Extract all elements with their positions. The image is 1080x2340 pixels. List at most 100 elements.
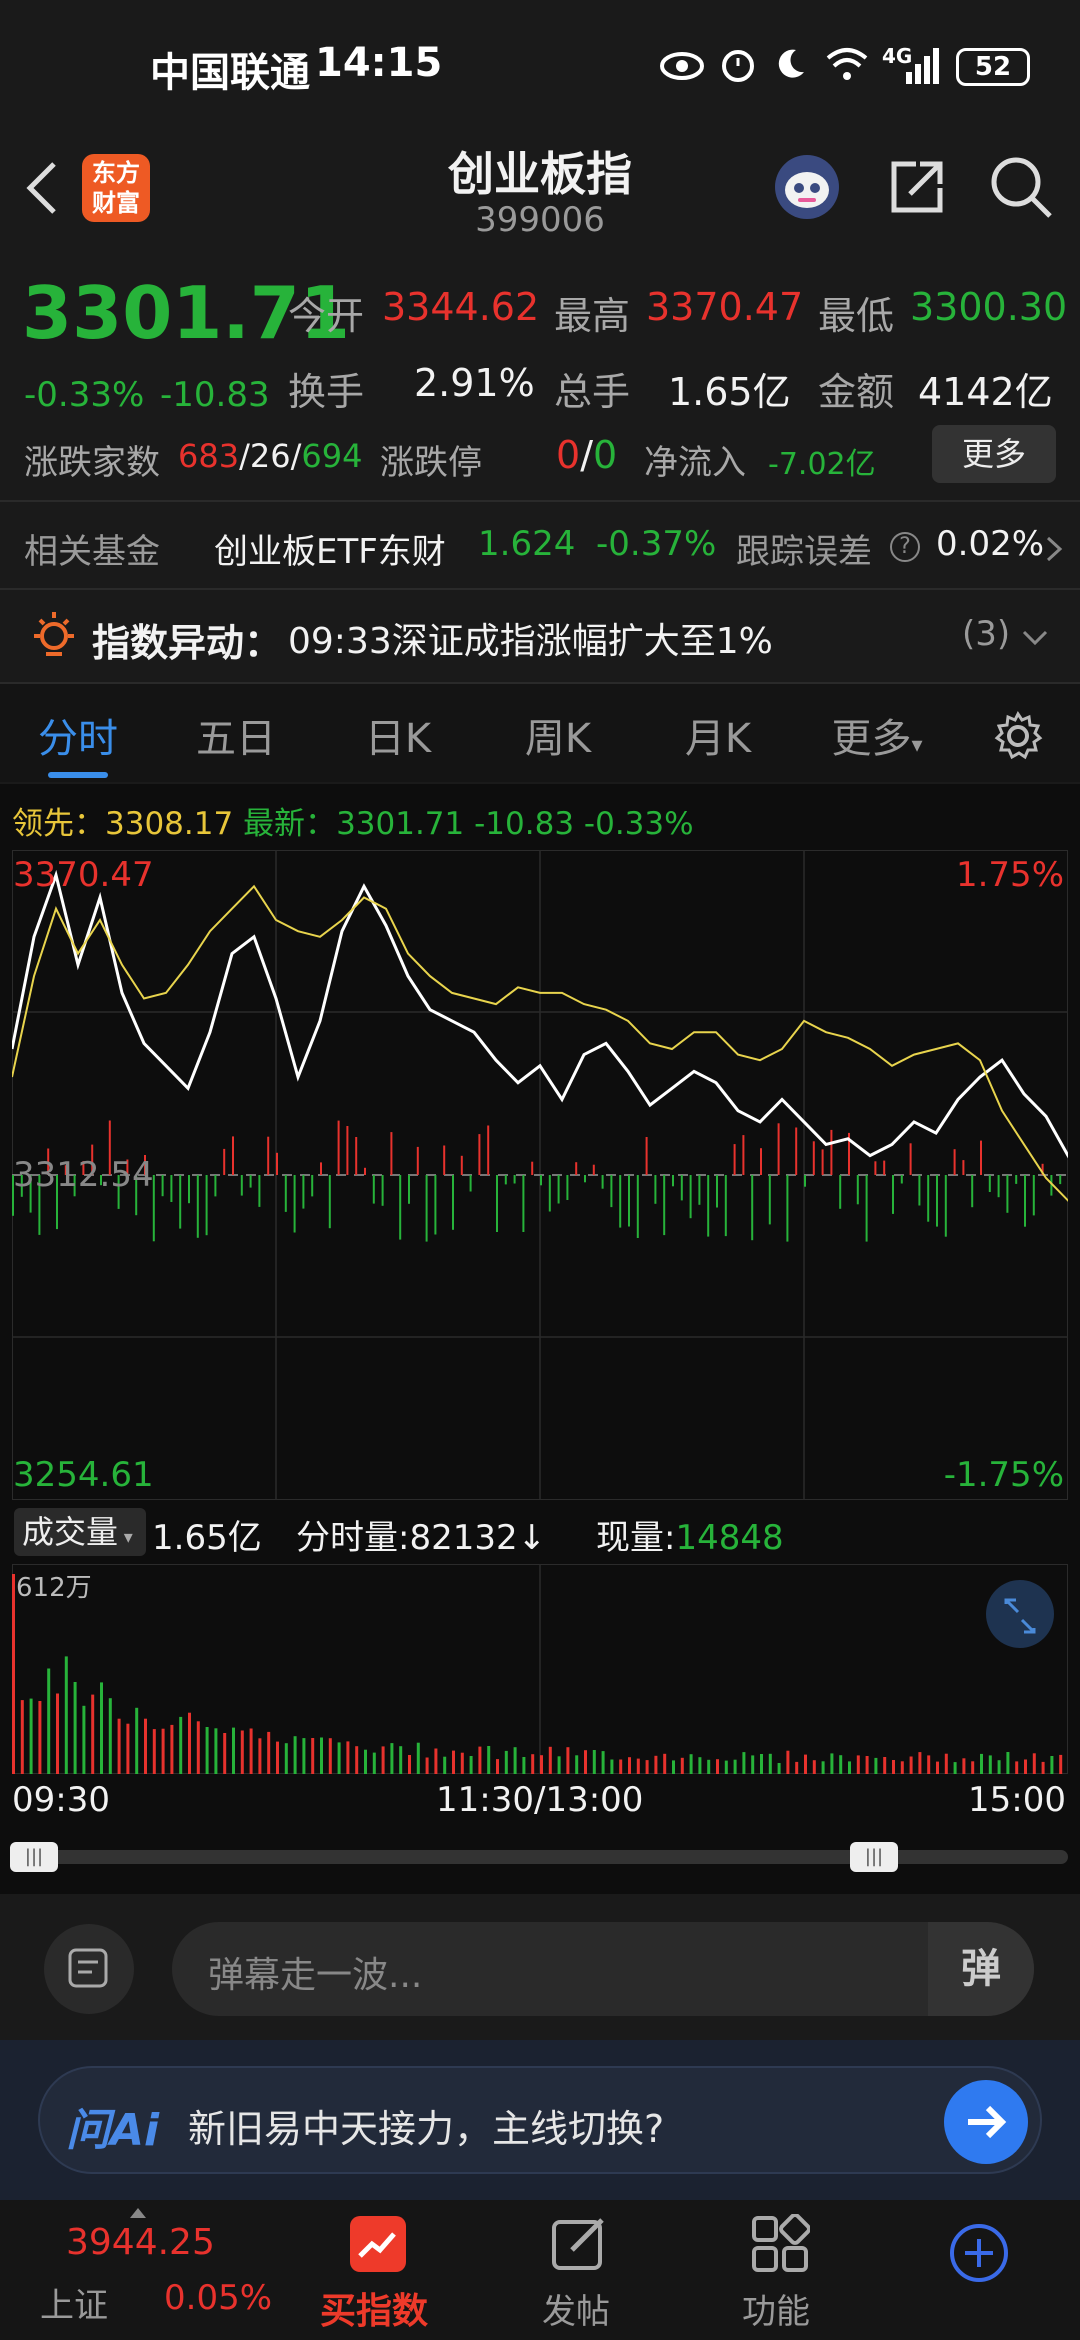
flow-bar (610, 1175, 613, 1208)
flow-bar (302, 1175, 305, 1209)
limit-sep: / (580, 433, 593, 477)
breadth-up: 683 (178, 437, 240, 475)
ai-go-button[interactable] (944, 2080, 1028, 2164)
volume-bar (540, 1755, 543, 1774)
volume-bar (575, 1755, 579, 1774)
flow-bar (188, 1175, 190, 1204)
latest-label: 最新： (243, 806, 337, 842)
volume-bar (988, 1755, 992, 1774)
nav-shanghai-index[interactable]: 3944.25 上证 0.05% (0, 2200, 272, 2340)
sh-index-price: 3944.25 (66, 2222, 215, 2263)
range-handle-right[interactable]: ||| (850, 1842, 898, 1872)
add-circle-icon[interactable] (948, 2222, 1010, 2284)
flow-bar (214, 1175, 217, 1197)
flow-bar (680, 1175, 683, 1201)
flow-bar (909, 1143, 912, 1175)
flow-bar (496, 1175, 498, 1232)
flow-bar (971, 1175, 974, 1208)
grid-icon (752, 2214, 810, 2272)
flow-bar (830, 1129, 833, 1175)
change-pct: -0.33% (24, 375, 145, 415)
breadth-values: 683/26/694 (178, 437, 362, 475)
more-button[interactable]: 更多 (932, 425, 1056, 483)
tab-five-day[interactable]: 五日 (186, 706, 286, 764)
eye-icon (660, 52, 704, 80)
expand-icon[interactable] (986, 1580, 1054, 1648)
caret-up-icon (130, 2208, 146, 2218)
volume-bar (390, 1743, 394, 1774)
flow-bar (276, 1152, 278, 1175)
limit-label: 涨跌停 (380, 443, 482, 483)
flow-bar (584, 1175, 586, 1183)
volume-bar (258, 1738, 262, 1774)
help-icon[interactable]: ? (890, 532, 920, 562)
volume-bar (927, 1755, 931, 1774)
volume-bar (707, 1759, 711, 1774)
flow-bar (575, 1162, 578, 1175)
volume-bar (284, 1743, 288, 1774)
volume-bar (188, 1712, 191, 1774)
chevron-down-icon (1022, 630, 1048, 646)
volume-bar (73, 1682, 77, 1774)
volume-bar (196, 1721, 200, 1774)
tab-more[interactable]: 更多▾ (822, 706, 932, 764)
volume-bar (971, 1761, 975, 1774)
flow-bar (311, 1175, 314, 1197)
fund-label: 相关基金 (24, 532, 160, 572)
robot-assistant-icon[interactable] (772, 152, 842, 222)
y-bottom-pct-label: -1.75% (944, 1455, 1064, 1495)
tab-weekly-k[interactable]: 周K (508, 706, 608, 764)
clock: 14:15 (315, 40, 443, 86)
index-alert-row[interactable]: 指数异动： 09:33深证成指涨幅扩大至1% (3) (0, 590, 1080, 682)
nav-post-label: 发帖 (542, 2292, 610, 2332)
intraday-price-chart[interactable]: 3370.47 3312.54 3254.61 1.75% -1.75% (12, 850, 1068, 1500)
search-icon[interactable] (988, 154, 1054, 220)
tab-intraday[interactable]: 分时 (28, 706, 128, 764)
tab-daily-k[interactable]: 日K (348, 706, 448, 764)
volume-bar (742, 1752, 746, 1774)
settings-gear-icon[interactable] (992, 710, 1044, 762)
bottom-nav: 3944.25 上证 0.05% 买指数 发帖 功能 (0, 2200, 1080, 2340)
alert-text: 09:33深证成指涨幅扩大至1% (288, 621, 773, 662)
danmaku-input[interactable]: 弹幕走一波... 弹 (172, 1922, 1034, 2016)
volume-bar (733, 1759, 737, 1774)
trend-chart-icon (350, 2216, 406, 2272)
volume-bar (821, 1761, 825, 1774)
flow-bar (504, 1175, 507, 1185)
volume-bar (936, 1761, 939, 1774)
flow-bar (249, 1175, 252, 1188)
volume-bar (619, 1759, 623, 1774)
chart-tabs: 分时 五日 日K 周K 月K 更多▾ (0, 682, 1080, 782)
volume-bar (865, 1756, 869, 1774)
volume-value: 1.65亿 (668, 370, 791, 414)
volume-chart[interactable]: 612万 (12, 1564, 1068, 1774)
flow-bar (936, 1175, 938, 1227)
related-fund-row[interactable]: 相关基金 创业板ETF东财 1.624 -0.37% 跟踪误差 ? 0.02% (0, 502, 1080, 588)
nav-functions[interactable]: 功能 (720, 2200, 840, 2340)
danmaku-settings-icon[interactable] (44, 1924, 134, 2014)
volume-bar (760, 1754, 763, 1774)
range-slider-track[interactable] (12, 1850, 1068, 1864)
flow-bar (540, 1175, 542, 1186)
tab-monthly-k[interactable]: 月K (668, 706, 768, 764)
flow-bar (196, 1175, 199, 1238)
lead-label: 领先： (12, 806, 105, 842)
range-handle-left[interactable]: ||| (10, 1842, 58, 1872)
flow-bar (812, 1141, 815, 1175)
share-icon[interactable] (886, 156, 948, 218)
volume-bar (997, 1760, 1001, 1774)
volume-bar (777, 1763, 781, 1774)
volume-bar (100, 1682, 103, 1774)
flow-bar (179, 1175, 182, 1229)
volume-bar (214, 1728, 218, 1774)
flow-bar (716, 1175, 718, 1208)
nav-buy-index[interactable]: 买指数 (300, 2200, 460, 2340)
danmaku-send-button[interactable]: 弹 (928, 1922, 1034, 2016)
flow-bar (795, 1127, 798, 1175)
volume-bar (328, 1738, 332, 1774)
volume-bar (768, 1753, 772, 1774)
ai-prompt-bar[interactable]: 问Ai 新旧易中天接力，主线切换? (38, 2066, 1042, 2174)
volume-bar (645, 1760, 649, 1774)
nav-post[interactable]: 发帖 (520, 2200, 640, 2340)
volume-dropdown[interactable]: 成交量 ▾ (14, 1508, 146, 1556)
